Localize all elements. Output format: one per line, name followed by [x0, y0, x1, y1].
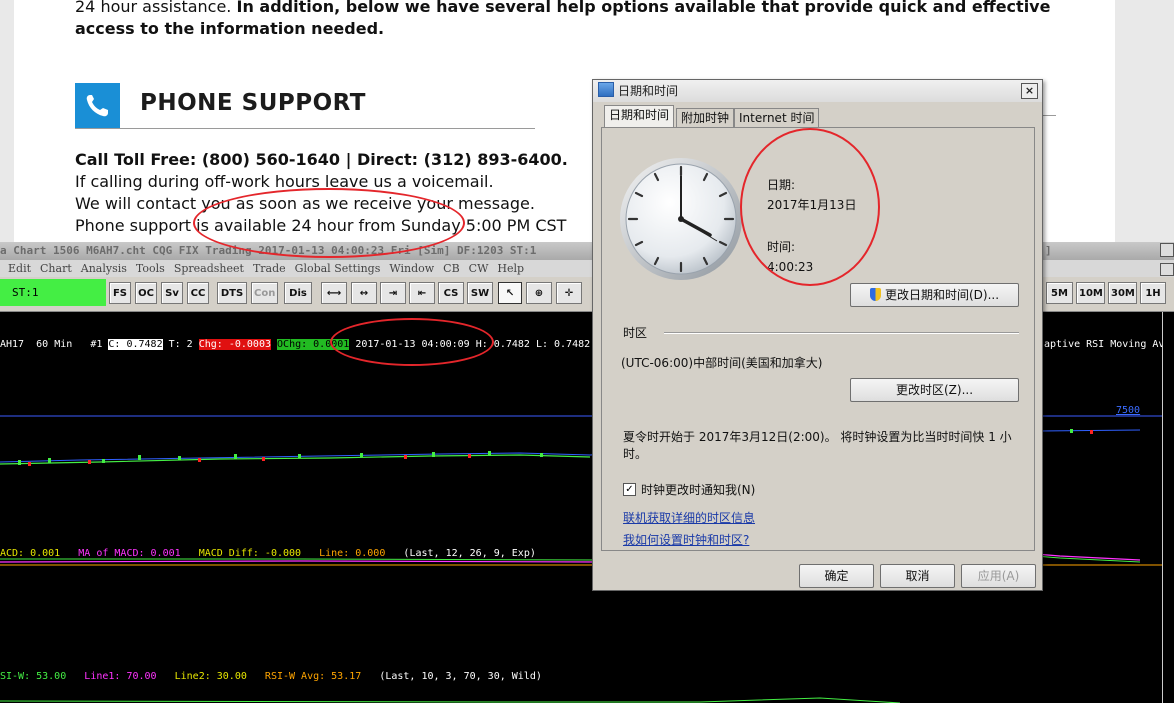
tab-internet-time[interactable]: Internet 时间 — [734, 108, 820, 127]
expand-horizontal-icon[interactable]: ↔ — [351, 282, 377, 304]
interval-1h-button[interactable]: 1H — [1140, 282, 1166, 304]
section-title: PHONE SUPPORT — [140, 90, 366, 116]
tab-date-time[interactable]: 日期和时间 — [604, 105, 675, 128]
dialog-title-bar[interactable]: 日期和时间 × — [593, 80, 1042, 102]
compress-right-icon[interactable]: ⇤ — [409, 282, 435, 304]
macd-line-value: Line: 0.000 — [319, 548, 386, 559]
analog-clock-icon — [620, 158, 742, 280]
rsi-line — [0, 697, 901, 703]
close-icon[interactable]: × — [1021, 83, 1038, 99]
change-date-time-button[interactable]: 更改日期和时间(D)... — [850, 283, 1019, 307]
menu-global-settings[interactable]: Global Settings — [295, 262, 381, 275]
notify-checkbox-label[interactable]: 时钟更改时通知我(N) — [641, 481, 755, 498]
uac-shield-icon — [869, 288, 881, 301]
cqg-restore-button[interactable] — [1160, 263, 1174, 276]
toolbar-oc-button[interactable]: OC — [135, 282, 157, 304]
price-axis[interactable] — [1162, 312, 1174, 703]
macd-legend: ACD: 0.001 MA of MACD: 0.001 MACD Diff: … — [0, 548, 536, 559]
intro-line-2: access to the information needed. — [75, 19, 385, 38]
cqg-title-bracket: ] — [1045, 244, 1052, 257]
macd-params: (Last, 12, 26, 9, Exp) — [403, 548, 536, 559]
toolbar-con-button[interactable]: Con — [251, 282, 278, 304]
rsi-legend: SI-W: 53.00 Line1: 70.00 Line2: 30.00 RS… — [0, 671, 542, 682]
timezone-divider — [664, 332, 1019, 334]
toolbar-cs-button[interactable]: CS — [438, 282, 464, 304]
phone-icon-box — [75, 83, 120, 128]
section-divider — [75, 128, 535, 129]
menu-chart[interactable]: Chart — [40, 262, 72, 275]
annotation-circle-dialog-time — [740, 128, 880, 286]
change-timezone-button[interactable]: 更改时区(Z)... — [850, 378, 1019, 402]
toolbar-sv-button[interactable]: Sv — [161, 282, 183, 304]
macd-ma-value: MA of MACD: 0.001 — [78, 548, 181, 559]
interval-5m-button[interactable]: 5M — [1046, 282, 1073, 304]
price-level-label: 7500 — [1116, 405, 1141, 416]
notify-checkbox[interactable]: ✓ — [623, 483, 636, 496]
cursor-arrow-icon[interactable]: ↖ — [498, 282, 522, 304]
timezone-value: (UTC-06:00)中部时间(美国和加拿大) — [621, 356, 823, 370]
menu-tools[interactable]: Tools — [136, 262, 165, 275]
intro-prefix: 24 hour assistance. — [75, 0, 232, 16]
annotation-circle-availability — [193, 188, 465, 258]
cqg-window-button[interactable] — [1160, 243, 1174, 257]
menu-help[interactable]: Help — [497, 262, 524, 275]
toolbar-sw-button[interactable]: SW — [467, 282, 493, 304]
tab-additional-clocks[interactable]: 附加时钟 — [676, 108, 735, 127]
crosshair-icon[interactable]: ⊕ — [526, 282, 552, 304]
timezone-info-link[interactable]: 联机获取详细的时区信息 — [623, 509, 755, 526]
interval-30m-button[interactable]: 30M — [1108, 282, 1137, 304]
zoom-horizontal-icon[interactable]: ⟷ — [321, 282, 347, 304]
menu-edit[interactable]: Edit — [8, 262, 31, 275]
ok-button[interactable]: 确定 — [799, 564, 874, 588]
toolbar-fs-button[interactable]: FS — [109, 282, 131, 304]
voicemail-line: If calling during off-work hours leave u… — [75, 172, 494, 191]
st-indicator[interactable]: ST:1 — [0, 279, 106, 306]
toolbar-cc-button[interactable]: CC — [187, 282, 209, 304]
intro-bold: In addition, below we have several help … — [236, 0, 1051, 16]
cancel-button[interactable]: 取消 — [880, 564, 955, 588]
menu-window[interactable]: Window — [389, 262, 434, 275]
toolbar-dis-button[interactable]: Dis — [284, 282, 312, 304]
rsi-line1-value: Line1: 70.00 — [84, 671, 157, 682]
macd-value: ACD: 0.001 — [0, 548, 61, 559]
phone-icon — [86, 95, 108, 117]
apply-button[interactable]: 应用(A) — [961, 564, 1036, 588]
contact-line: Call Toll Free: (800) 560-1640 | Direct:… — [75, 150, 568, 169]
crosshair-small-icon[interactable]: ✛ — [556, 282, 582, 304]
dst-info-line-1: 夏令时开始于 2017年3月12日(2:00)。 将时钟设置为比当时时间快 1 … — [623, 430, 1012, 444]
compress-left-icon[interactable]: ⇥ — [380, 282, 406, 304]
change-date-time-label: 更改日期和时间(D)... — [884, 288, 1000, 302]
rsi-value: SI-W: 53.00 — [0, 671, 67, 682]
toolbar-dts-button[interactable]: DTS — [217, 282, 247, 304]
intro-line: 24 hour assistance. In addition, below w… — [75, 0, 1050, 16]
clock-help-link[interactable]: 我如何设置时钟和时区? — [623, 531, 749, 548]
menu-trade[interactable]: Trade — [253, 262, 286, 275]
dialog-title: 日期和时间 — [618, 84, 679, 98]
menu-cw[interactable]: CW — [469, 262, 489, 275]
interval-10m-button[interactable]: 10M — [1076, 282, 1105, 304]
rsi-avg-value: RSI-W Avg: 53.17 — [264, 671, 362, 682]
macd-diff-value: MACD Diff: -0.000 — [198, 548, 302, 559]
calendar-clock-icon — [598, 82, 614, 97]
section-divider-right — [1041, 115, 1056, 116]
rsi-params: (Last, 10, 3, 70, 30, Wild) — [379, 671, 542, 682]
menu-cb[interactable]: CB — [443, 262, 460, 275]
menu-analysis[interactable]: Analysis — [81, 262, 127, 275]
rsi-line2-value: Line2: 30.00 — [174, 671, 247, 682]
dst-info-line-2: 时。 — [623, 447, 648, 461]
timezone-heading: 时区 — [623, 326, 648, 340]
menu-spreadsheet[interactable]: Spreadsheet — [174, 262, 244, 275]
annotation-circle-chart-time — [330, 318, 494, 366]
